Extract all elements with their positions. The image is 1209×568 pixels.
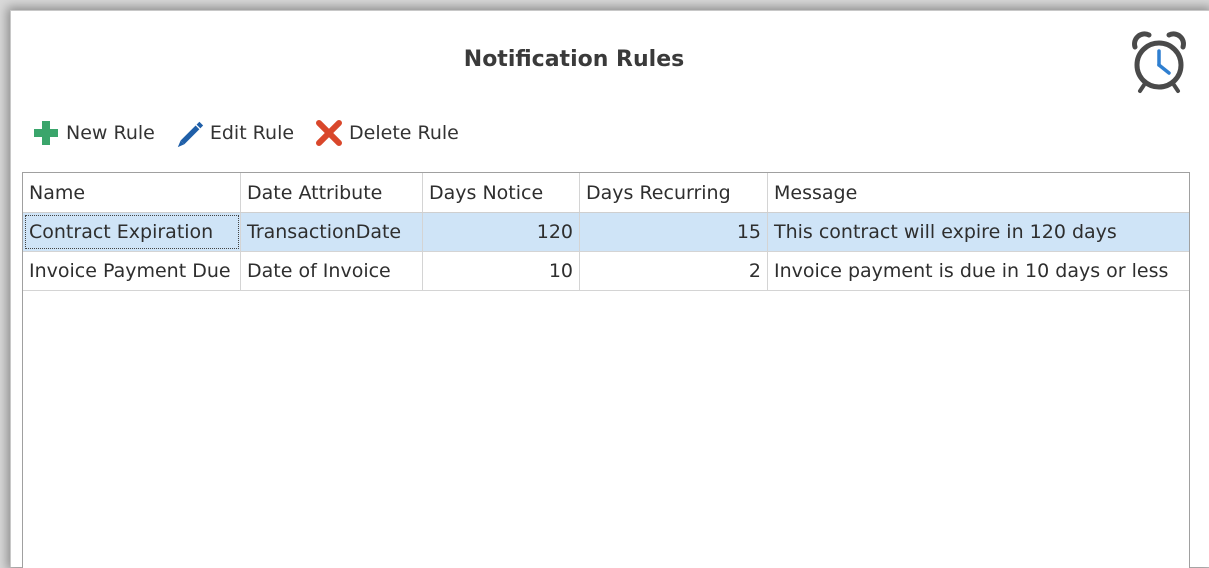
table-row[interactable]: Contract Expiration TransactionDate 120 … — [23, 213, 1189, 252]
cell-days-notice[interactable]: 10 — [423, 252, 580, 290]
column-header-days-notice[interactable]: Days Notice — [423, 173, 580, 212]
cell-date-attribute[interactable]: Date of Invoice — [241, 252, 423, 290]
column-header-days-recurring[interactable]: Days Recurring — [580, 173, 768, 212]
cell-message[interactable]: Invoice payment is due in 10 days or les… — [768, 252, 1189, 290]
cell-days-recurring[interactable]: 15 — [580, 213, 768, 251]
cell-name[interactable]: Contract Expiration — [23, 213, 241, 251]
column-header-message[interactable]: Message — [768, 173, 1189, 212]
edit-rule-button[interactable]: Edit Rule — [175, 118, 294, 148]
new-rule-label: New Rule — [66, 122, 155, 144]
plus-icon — [31, 118, 61, 148]
cell-name[interactable]: Invoice Payment Due — [23, 252, 241, 290]
new-rule-button[interactable]: New Rule — [31, 118, 155, 148]
table-header-row: Name Date Attribute Days Notice Days Rec… — [23, 173, 1189, 213]
rules-table[interactable]: Name Date Attribute Days Notice Days Rec… — [22, 172, 1190, 568]
cell-days-recurring[interactable]: 2 — [580, 252, 768, 290]
table-row[interactable]: Invoice Payment Due Date of Invoice 10 2… — [23, 252, 1189, 291]
pencil-icon — [175, 118, 205, 148]
cell-message[interactable]: This contract will expire in 120 days — [768, 213, 1189, 251]
x-icon — [314, 118, 344, 148]
alarm-clock-icon — [1129, 31, 1189, 95]
cell-date-attribute[interactable]: TransactionDate — [241, 213, 423, 251]
panel-title: Notification Rules — [463, 47, 685, 72]
edit-rule-label: Edit Rule — [209, 122, 295, 144]
rules-toolbar: New Rule Edit Rule Delete Rule — [31, 115, 479, 151]
delete-rule-label: Delete Rule — [349, 122, 459, 144]
delete-rule-button[interactable]: Delete Rule — [314, 118, 459, 148]
cell-days-notice[interactable]: 120 — [423, 213, 580, 251]
column-header-name[interactable]: Name — [23, 173, 241, 212]
column-header-date-attribute[interactable]: Date Attribute — [241, 173, 423, 212]
